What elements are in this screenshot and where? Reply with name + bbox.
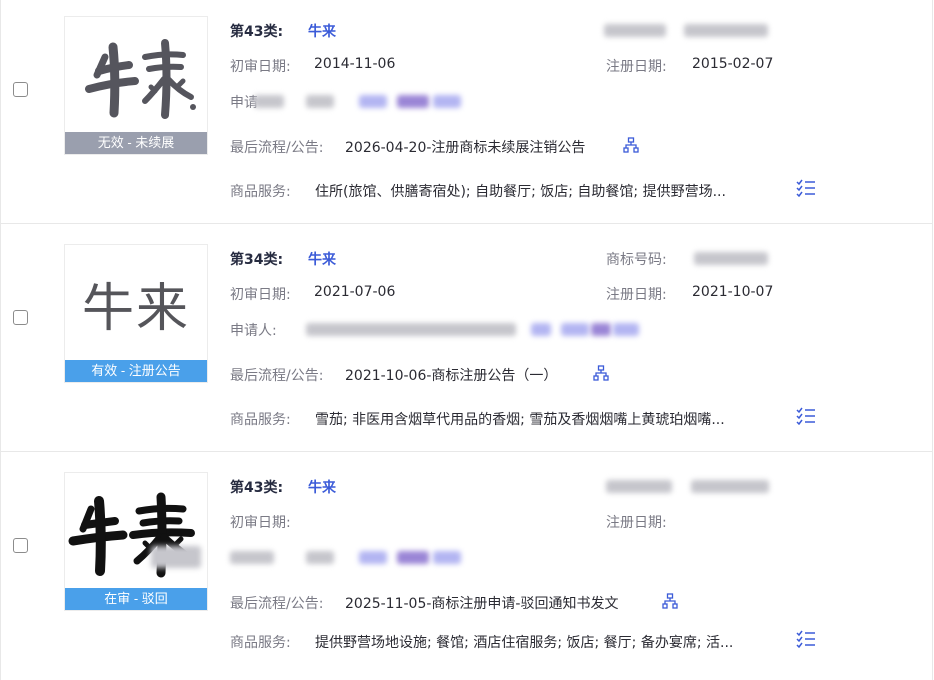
redacted-applicant [151,546,201,568]
select-checkbox[interactable] [13,538,28,553]
redacted-applicant [613,323,639,336]
status-badge: 无效 - 未续展 [65,132,207,154]
redacted-field [606,480,672,493]
select-checkbox[interactable] [13,310,28,325]
goods-label: 商品服务: [230,412,291,428]
process-label: 最后流程/公告: [230,140,324,156]
register-date-label: 注册日期: [606,287,667,303]
goods-label: 商品服务: [230,184,291,200]
org-chart-icon[interactable] [623,137,639,153]
trademark-number-label: 商标号码: [606,252,667,268]
first-review-date: 2014-11-06 [314,56,396,72]
redacted-applicant [359,551,387,564]
redacted-applicant [397,95,429,108]
select-checkbox[interactable] [13,82,28,97]
redacted-applicant [254,95,284,108]
redacted-applicant [591,323,611,336]
brush-calligraphy-logo [85,39,196,119]
process-value: 2025-11-05-商标注册申请-驳回通知书发文 [345,596,619,612]
trademark-image[interactable]: 牛来 有效 - 注册公告 [64,244,208,383]
trademark-card[interactable]: 牛来 有效 - 注册公告 第34类: 牛来 商标号码: 初审日期: 2021-0… [0,224,933,452]
process-label: 最后流程/公告: [230,368,324,384]
applicant-label: 申请人: [230,323,277,339]
first-review-label: 初审日期: [230,515,291,531]
process-value: 2026-04-20-注册商标未续展注销公告 [345,140,586,156]
class-label: 第34类: [230,252,284,268]
trademark-card[interactable]: 在审 - 驳回 第43类: 牛来 初审日期: 注册日期: 最后流程/公告: 20… [0,452,933,680]
redacted-applicant [397,551,429,564]
register-date: 2015-02-07 [692,56,774,72]
redacted-applicant [359,95,387,108]
redacted-applicant [531,323,551,336]
goods-value: 住所(旅馆、供膳寄宿处); 自助餐厅; 饭店; 自助餐馆; 提供野营场... [315,184,726,200]
trademark-list: 无效 - 未续展 第43类: 牛来 初审日期: 2014-11-06 注册日期:… [0,0,934,680]
trademark-name-link[interactable]: 牛来 [308,21,336,41]
status-badge: 在审 - 驳回 [65,588,207,610]
redacted-applicant [433,95,461,108]
process-label: 最后流程/公告: [230,596,324,612]
redacted-applicant [306,95,334,108]
class-label: 第43类: [230,24,284,40]
list-icon[interactable] [796,179,816,197]
trademark-name-link[interactable]: 牛来 [308,249,336,269]
status-badge: 有效 - 注册公告 [65,360,207,382]
list-icon[interactable] [796,630,816,648]
trademark-name-link[interactable]: 牛来 [308,477,336,497]
register-date-label: 注册日期: [606,515,667,531]
process-value: 2021-10-06-商标注册公告（一） [345,368,558,384]
redacted-applicant [306,551,334,564]
goods-value: 雪茄; 非医用含烟草代用品的香烟; 雪茄及香烟烟嘴上黄琥珀烟嘴... [315,412,725,428]
goods-label: 商品服务: [230,635,291,651]
list-icon[interactable] [796,407,816,425]
trademark-image[interactable]: 在审 - 驳回 [64,472,208,611]
redacted-applicant [561,323,589,336]
org-chart-icon[interactable] [662,593,678,609]
first-review-date: 2021-07-06 [314,284,396,300]
redacted-field [684,24,768,37]
trademark-image[interactable]: 无效 - 未续展 [64,16,208,155]
redacted-trademark-number [694,252,768,265]
brush-calligraphy-logo [68,492,195,578]
first-review-label: 初审日期: [230,59,291,75]
redacted-applicant [306,323,516,336]
redacted-applicant [433,551,461,564]
redacted-field [604,24,666,37]
redacted-applicant [230,551,274,564]
org-chart-icon[interactable] [593,365,609,381]
trademark-text-logo: 牛来 [81,279,190,339]
trademark-card[interactable]: 无效 - 未续展 第43类: 牛来 初审日期: 2014-11-06 注册日期:… [0,0,933,224]
first-review-label: 初审日期: [230,287,291,303]
register-date: 2021-10-07 [692,284,774,300]
goods-value: 提供野营场地设施; 餐馆; 酒店住宿服务; 饭店; 餐厅; 备办宴席; 活... [315,635,734,651]
register-date-label: 注册日期: [606,59,667,75]
class-label: 第43类: [230,480,284,496]
redacted-field [691,480,769,493]
